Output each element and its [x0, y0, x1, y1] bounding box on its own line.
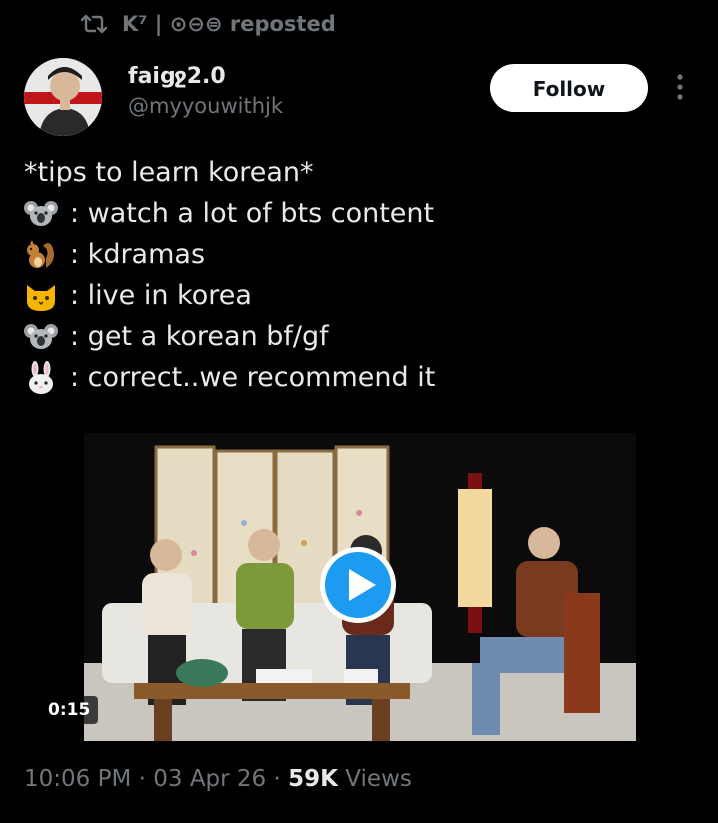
tweet-line-text: : kdramas	[70, 239, 206, 270]
tweet-date[interactable]: 03 Apr 26	[153, 766, 266, 792]
follow-button[interactable]: Follow	[490, 64, 648, 112]
tweet-line: : get a korean bf/gf	[24, 316, 694, 357]
tweet-line-text: : get a korean bf/gf	[70, 321, 329, 352]
koala-icon	[24, 200, 58, 226]
avatar[interactable]	[24, 58, 102, 136]
video-duration: 0:15	[40, 696, 99, 724]
meta-separator: ·	[131, 766, 154, 792]
tweet-line-text: : live in korea	[70, 280, 252, 311]
tweet-line: : watch a lot of bts content	[24, 193, 694, 234]
tweet-body: *tips to learn korean* : watch a lot of …	[24, 152, 694, 398]
tweet-line-text: : correct..we recommend it	[70, 362, 436, 393]
tweet-line-text: : watch a lot of bts content	[70, 198, 435, 229]
tweet-time[interactable]: 10:06 PM	[24, 766, 131, 792]
tweet-line: : correct..we recommend it	[24, 357, 694, 398]
tweet-meta: 10:06 PM · 03 Apr 26 · 59K Views	[24, 766, 412, 792]
tweet-line-text: *tips to learn korean*	[24, 157, 314, 188]
views-count[interactable]: 59K	[288, 766, 338, 792]
rabbit-icon	[29, 360, 53, 394]
tweet-line: : kdramas	[24, 234, 694, 275]
koala-icon	[24, 323, 58, 349]
repost-indicator[interactable]: K⁷ | ⊙⊖⊜ reposted	[80, 12, 336, 36]
author-display-name[interactable]: faiցջ2.0	[128, 64, 226, 89]
cat-icon	[27, 284, 55, 311]
more-vertical-icon[interactable]	[674, 72, 686, 102]
tweet-line: *tips to learn korean*	[24, 152, 694, 193]
tweet-header: faiցջ2.0 @myyouwithjk Follow	[24, 58, 694, 138]
play-icon[interactable]	[318, 545, 398, 625]
avatar-image	[24, 58, 102, 136]
repost-text: K⁷ | ⊙⊖⊜ reposted	[122, 12, 336, 36]
squirrel-icon	[27, 239, 54, 268]
author-handle[interactable]: @myyouwithjk	[128, 94, 283, 118]
meta-separator: ·	[266, 766, 289, 792]
tweet-line: : live in korea	[24, 275, 694, 316]
views-label: Views	[337, 766, 412, 792]
repost-icon	[80, 14, 108, 34]
